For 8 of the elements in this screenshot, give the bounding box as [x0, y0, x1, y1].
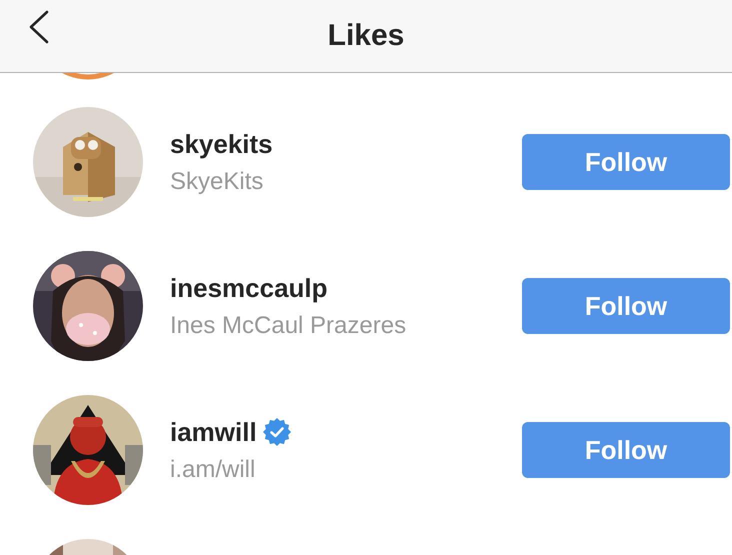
- full-name: Ines McCaul Prazeres: [170, 312, 408, 340]
- page-title: Likes: [328, 19, 404, 53]
- full-name: SkyeKits: [170, 168, 264, 196]
- username[interactable]: inesmccaulp: [170, 272, 328, 304]
- full-name: i.am/will: [170, 456, 256, 484]
- username[interactable]: iamwill: [170, 416, 257, 448]
- username[interactable]: skyekits: [170, 128, 273, 160]
- back-icon[interactable]: [27, 10, 51, 44]
